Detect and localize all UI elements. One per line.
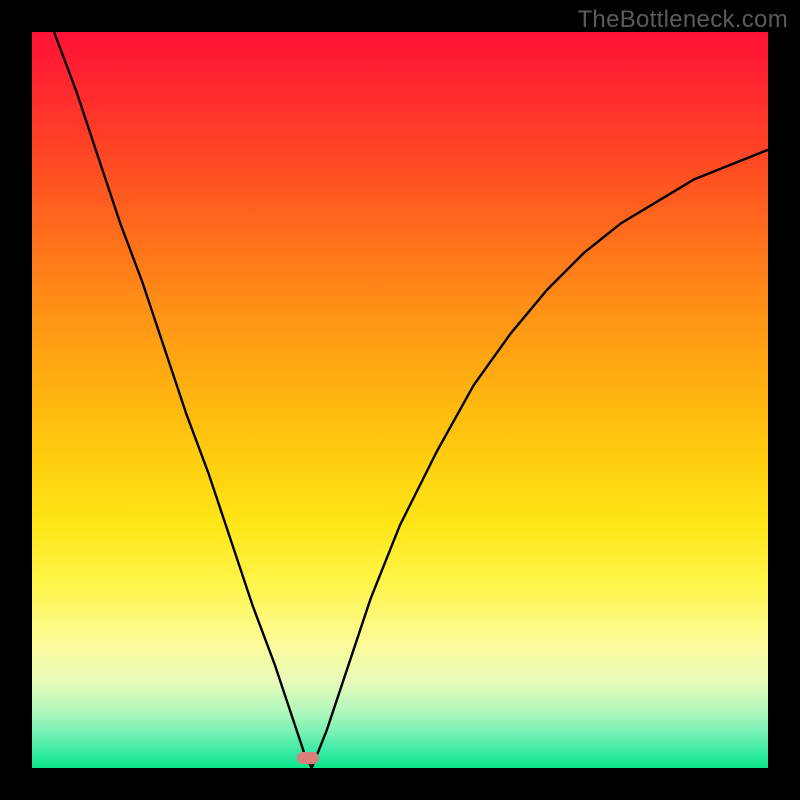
chart-plot-area bbox=[32, 32, 768, 768]
chart-frame: TheBottleneck.com bbox=[0, 0, 800, 800]
chart-marker bbox=[297, 752, 319, 764]
chart-curve bbox=[32, 32, 768, 768]
watermark-text: TheBottleneck.com bbox=[577, 6, 788, 34]
